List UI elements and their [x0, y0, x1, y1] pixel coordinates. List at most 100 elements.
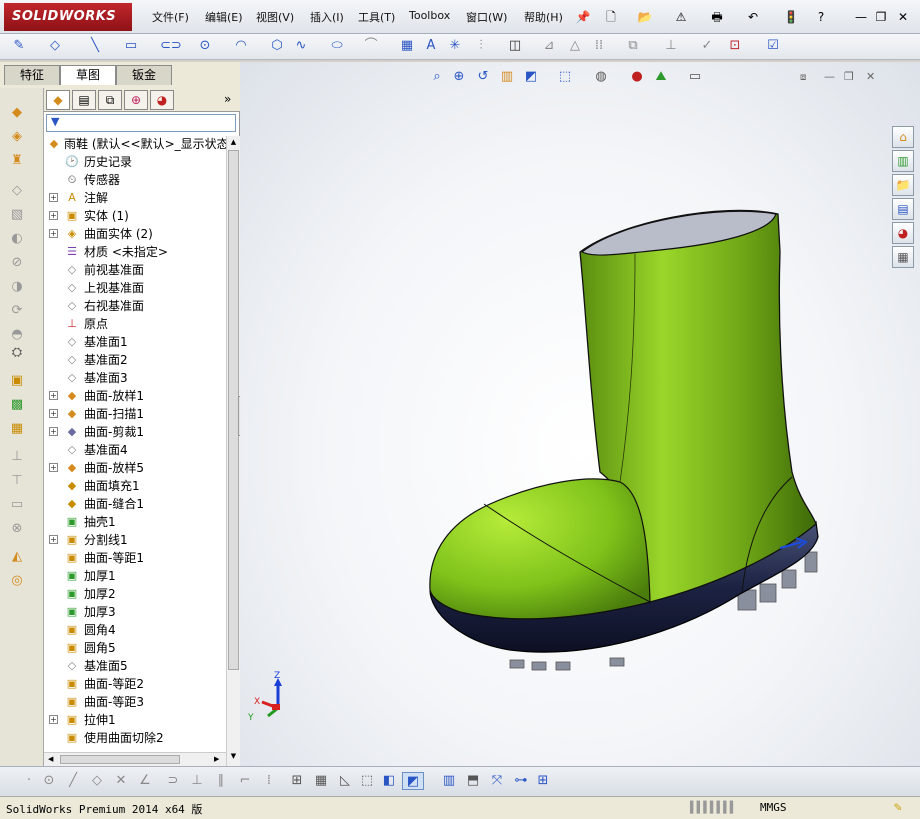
- tangent-icon[interactable]: ⊃: [164, 772, 182, 790]
- extruded-boss-icon[interactable]: ◆: [8, 104, 26, 122]
- spline-icon[interactable]: ∿: [292, 37, 310, 55]
- minimize-icon[interactable]: —: [852, 8, 870, 26]
- nearest-icon[interactable]: ∠: [136, 772, 154, 790]
- repair-sketch-icon[interactable]: ✓: [698, 37, 716, 55]
- slot-icon[interactable]: ⊂⊃: [160, 37, 182, 55]
- shell-icon[interactable]: ⊤: [8, 472, 26, 490]
- warning-icon[interactable]: ⚠: [672, 8, 690, 26]
- viewport-tile-icon[interactable]: ⧈: [800, 72, 806, 83]
- hide-show-icon[interactable]: ◺: [336, 772, 354, 790]
- viewport-close-icon[interactable]: ✕: [866, 70, 875, 83]
- plane-icon[interactable]: ▦: [398, 37, 416, 55]
- expand-toggle-icon[interactable]: +: [49, 715, 58, 724]
- hscroll-thumb[interactable]: [60, 755, 180, 764]
- quadrant-icon[interactable]: ◇: [88, 772, 106, 790]
- lofted-boss-icon[interactable]: ◇: [8, 182, 26, 200]
- zoom-to-fit-icon[interactable]: ⌕: [428, 68, 446, 86]
- display-relations-icon[interactable]: ⊥: [662, 37, 680, 55]
- restore-icon[interactable]: ❐: [872, 8, 890, 26]
- draft-icon[interactable]: ⊥: [8, 448, 26, 466]
- intersection-icon[interactable]: ✕: [112, 772, 130, 790]
- length-icon[interactable]: ⁞: [260, 772, 278, 790]
- viewport-minimize-icon[interactable]: —: [824, 70, 835, 83]
- offset-icon[interactable]: ⊿: [540, 37, 558, 55]
- swept-cut-icon[interactable]: ⟳: [8, 302, 26, 320]
- revolved-boss-icon[interactable]: ◈: [8, 128, 26, 146]
- close-icon[interactable]: ✕: [894, 8, 912, 26]
- menu-tools[interactable]: 工具(T): [358, 9, 395, 25]
- scroll-down-icon[interactable]: ▼: [228, 752, 239, 762]
- previous-view-icon[interactable]: ↺: [474, 68, 492, 86]
- menu-toolbox[interactable]: Toolbox: [409, 9, 450, 22]
- menu-help[interactable]: 帮助(H): [524, 9, 563, 25]
- view-3d-icon[interactable]: ⬒: [464, 772, 482, 790]
- expand-toggle-icon[interactable]: +: [49, 193, 58, 202]
- convert-entities-icon[interactable]: ◫: [506, 37, 524, 55]
- lofted-cut-icon[interactable]: ◓: [8, 326, 26, 344]
- expand-toggle-icon[interactable]: +: [49, 427, 58, 436]
- dimxpert-tab-icon[interactable]: ⊕: [124, 90, 148, 110]
- display-manager-tab-icon[interactable]: ◕: [150, 90, 174, 110]
- linear-pattern-feature-icon[interactable]: ▩: [8, 396, 26, 414]
- tooltip-icon[interactable]: ✎: [894, 800, 902, 815]
- horizontal-vertical-icon[interactable]: ⌐: [236, 772, 254, 790]
- section-view-icon[interactable]: ▥: [498, 68, 516, 86]
- rectangle-icon[interactable]: ▭: [122, 37, 140, 55]
- expand-toggle-icon[interactable]: +: [49, 211, 58, 220]
- circle-icon[interactable]: ⊙: [196, 37, 214, 55]
- tab-features[interactable]: 特征: [4, 65, 60, 85]
- ellipse-icon[interactable]: ⬭: [328, 37, 346, 55]
- property-manager-tab-icon[interactable]: ▤: [72, 90, 96, 110]
- rapid-sketch-icon[interactable]: ☑: [764, 37, 782, 55]
- pin-icon[interactable]: 📌: [574, 8, 592, 26]
- section-icon[interactable]: ▥: [440, 772, 458, 790]
- feature-manager-tab-icon[interactable]: ◆: [46, 90, 70, 110]
- revolved-cut-icon[interactable]: ◑: [8, 278, 26, 296]
- arc-icon[interactable]: ◠: [232, 37, 250, 55]
- mirror-icon[interactable]: △: [566, 37, 584, 55]
- zoom-to-area-icon[interactable]: ⊕: [450, 68, 468, 86]
- custom-properties-icon[interactable]: ▦: [892, 246, 914, 268]
- solidworks-logo[interactable]: SOLIDWORKS: [4, 3, 132, 31]
- shaded-icon[interactable]: ◧: [380, 772, 398, 790]
- polygon-icon[interactable]: ⬡: [268, 37, 286, 55]
- extruded-cut-icon[interactable]: ◐: [8, 230, 26, 248]
- menu-view[interactable]: 视图(V): [256, 9, 294, 25]
- wireframe-icon[interactable]: ⬚: [358, 772, 376, 790]
- menu-edit[interactable]: 编辑(E): [205, 9, 243, 25]
- reference-geometry-icon[interactable]: ◭: [8, 548, 26, 566]
- move-entities-icon[interactable]: ⧉: [624, 37, 642, 55]
- boundary-boss-icon[interactable]: ▧: [8, 206, 26, 224]
- configuration-manager-tab-icon[interactable]: ⧉: [98, 90, 122, 110]
- midpoint-icon[interactable]: ╱: [64, 772, 82, 790]
- swept-boss-icon[interactable]: ♜: [8, 152, 26, 170]
- expand-toggle-icon[interactable]: +: [49, 463, 58, 472]
- quick-snaps-icon[interactable]: ⊡: [726, 37, 744, 55]
- table-icon[interactable]: ⊞: [534, 772, 552, 790]
- trim-icon[interactable]: ⫶: [472, 37, 490, 55]
- expand-toggle-icon[interactable]: +: [49, 229, 58, 238]
- expand-tabs-icon[interactable]: »: [224, 92, 231, 106]
- expand-toggle-icon[interactable]: +: [49, 535, 58, 544]
- menu-file[interactable]: 文件(F): [152, 9, 189, 25]
- linear-pattern-icon[interactable]: ⁞⁞: [590, 37, 608, 55]
- view-settings-icon[interactable]: ▭: [686, 68, 704, 86]
- dynamic-annotation-icon[interactable]: ◩: [522, 68, 540, 86]
- expand-toggle-icon[interactable]: +: [49, 391, 58, 400]
- new-document-icon[interactable]: 🗋: [602, 8, 620, 26]
- scroll-left-icon[interactable]: ◀: [48, 755, 53, 763]
- perpendicular-icon[interactable]: ⊥: [188, 772, 206, 790]
- fillet-icon[interactable]: ⌒: [362, 37, 380, 55]
- tab-sketch[interactable]: 草图: [60, 65, 116, 85]
- design-library-icon[interactable]: ▥: [892, 150, 914, 172]
- fillet-feature-icon[interactable]: ▣: [8, 372, 26, 390]
- rotate-icon[interactable]: ⤧: [488, 772, 506, 790]
- viewport-restore-icon[interactable]: ❐: [844, 70, 854, 83]
- open-folder-icon[interactable]: 📂: [636, 8, 654, 26]
- print-icon[interactable]: 🖶: [708, 8, 726, 26]
- tree-vertical-scrollbar[interactable]: ▲ ▼: [226, 136, 240, 766]
- menu-insert[interactable]: 插入(I): [310, 9, 344, 25]
- tree-filter-input[interactable]: ▼: [46, 114, 236, 132]
- view-palette-icon[interactable]: ▤: [892, 198, 914, 220]
- graphics-area[interactable]: ⌕ ⊕ ↺ ▥ ◩ ⬚ ◍ ● ⛰ ▭ ⧈ — ❐ ✕ Z X Y: [240, 62, 920, 766]
